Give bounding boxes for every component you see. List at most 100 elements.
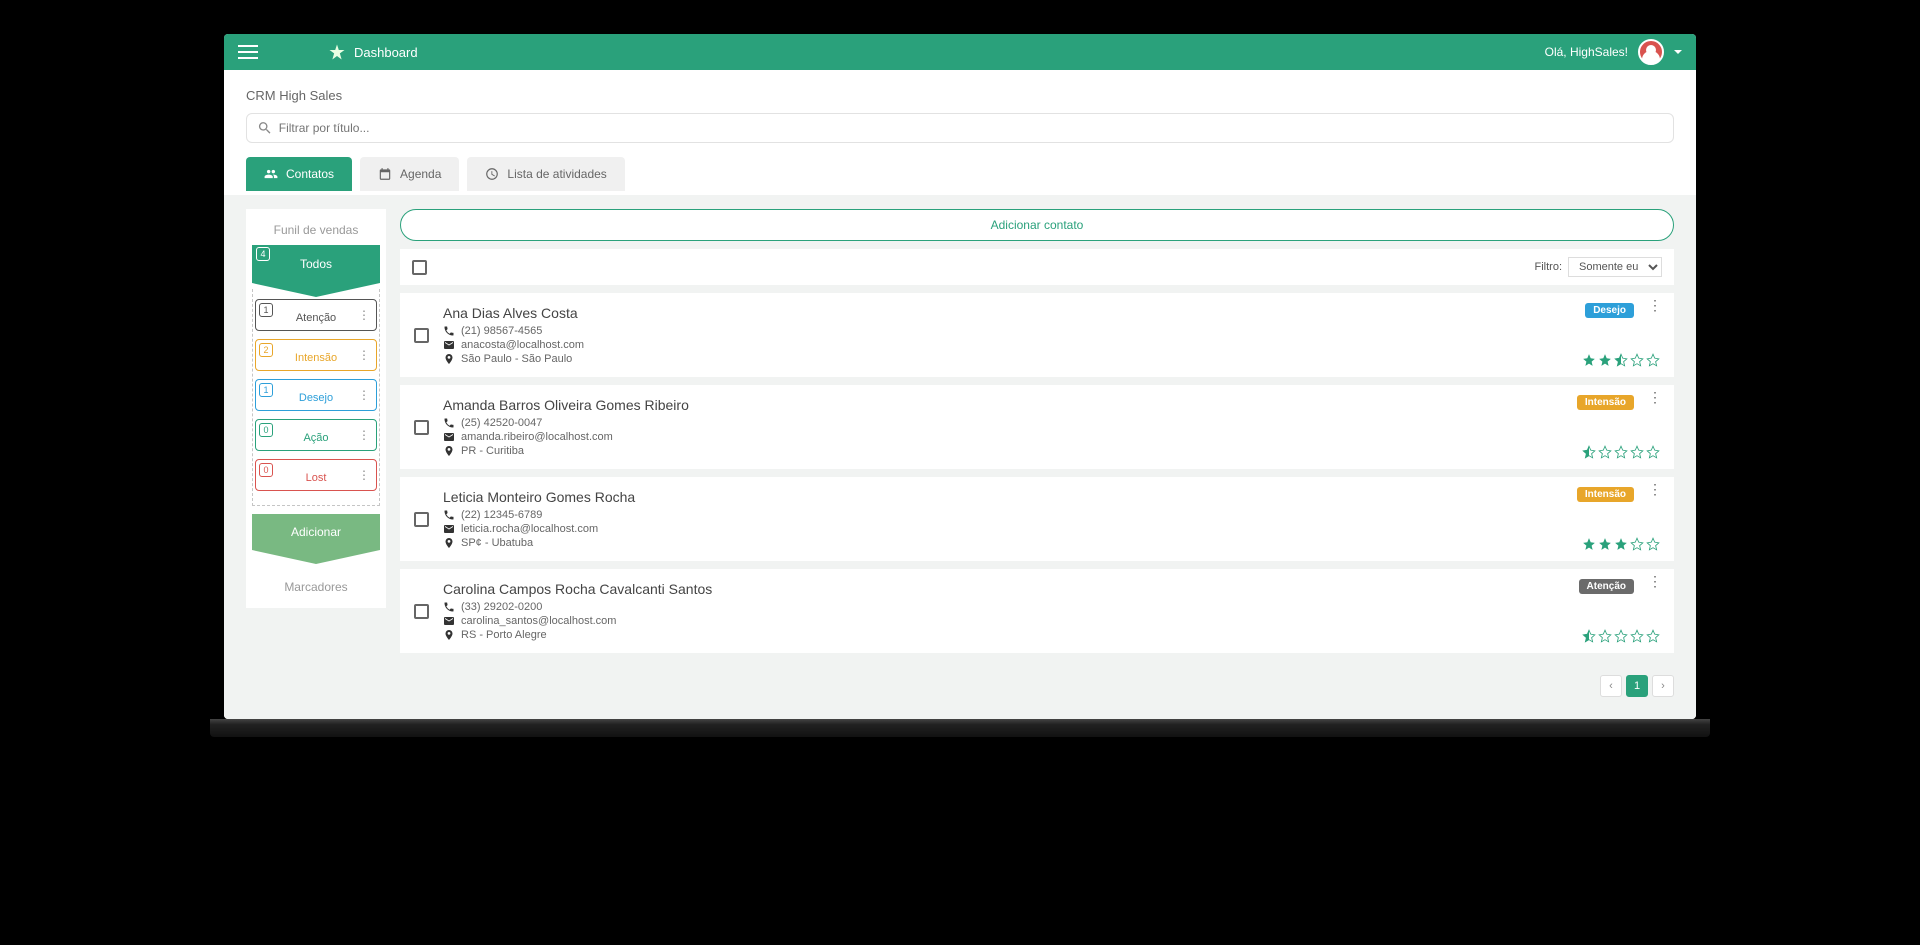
stage-menu-icon[interactable]: ⋮	[358, 313, 370, 317]
star-empty-icon	[1646, 445, 1660, 459]
add-contact-button[interactable]: Adicionar contato	[400, 209, 1674, 241]
select-all-checkbox[interactable]	[412, 260, 427, 275]
star-empty-icon	[1630, 445, 1644, 459]
stage-menu-icon[interactable]: ⋮	[358, 433, 370, 437]
contact-phone: (33) 29202-0200	[461, 601, 542, 613]
funnel-add-button[interactable]: Adicionar	[252, 514, 380, 550]
page-prev[interactable]: ‹	[1600, 675, 1622, 697]
header-brand[interactable]: Dashboard	[328, 43, 418, 61]
star-empty-icon	[1630, 353, 1644, 367]
phone-icon	[443, 325, 455, 337]
pagination: ‹ 1 ›	[400, 669, 1674, 703]
contact-name: Leticia Monteiro Gomes Rocha	[443, 489, 1660, 505]
pin-icon	[443, 629, 455, 641]
star-half-icon	[1582, 445, 1596, 459]
contact-tag: Intensão	[1577, 487, 1634, 502]
stage-label: Lost	[306, 472, 327, 484]
star-full-icon	[1614, 537, 1628, 551]
contact-menu-icon[interactable]: ⋮	[1648, 303, 1662, 307]
contact-name: Carolina Campos Rocha Cavalcanti Santos	[443, 581, 1660, 597]
contact-card[interactable]: Amanda Barros Oliveira Gomes Ribeiro (25…	[400, 385, 1674, 469]
funnel-stage[interactable]: 2 Intensão ⋮	[255, 339, 377, 371]
star-full-icon	[1598, 537, 1612, 551]
stage-menu-icon[interactable]: ⋮	[358, 353, 370, 357]
contact-email-row: carolina_santos@localhost.com	[443, 615, 1660, 627]
page-next[interactable]: ›	[1652, 675, 1674, 697]
pin-icon	[443, 445, 455, 457]
star-empty-icon	[1598, 445, 1612, 459]
star-full-icon	[1598, 353, 1612, 367]
contact-email-row: amanda.ribeiro@localhost.com	[443, 431, 1660, 443]
phone-icon	[443, 509, 455, 521]
contact-location: São Paulo - São Paulo	[461, 353, 572, 365]
funnel-stage[interactable]: 0 Ação ⋮	[255, 419, 377, 451]
star-half-icon	[1614, 353, 1628, 367]
stage-count: 0	[259, 463, 273, 477]
phone-icon	[443, 417, 455, 429]
contact-checkbox[interactable]	[414, 328, 429, 343]
contact-email: leticia.rocha@localhost.com	[461, 523, 598, 535]
contact-location-row: RS - Porto Alegre	[443, 629, 1660, 641]
contact-menu-icon[interactable]: ⋮	[1648, 487, 1662, 491]
star-empty-icon	[1646, 629, 1660, 643]
funnel-stage[interactable]: 1 Desejo ⋮	[255, 379, 377, 411]
funnel-stages: 1 Atenção ⋮ 2 Intensão ⋮ 1 Desejo ⋮ 0 Aç…	[252, 289, 380, 506]
contact-location: SP¢ - Ubatuba	[461, 537, 533, 549]
contact-phone-row: (25) 42520-0047	[443, 417, 1660, 429]
pin-icon	[443, 353, 455, 365]
filter-select[interactable]: Somente eu	[1568, 257, 1662, 277]
search-row	[246, 113, 1674, 143]
mail-icon	[443, 431, 455, 443]
contact-name: Amanda Barros Oliveira Gomes Ribeiro	[443, 397, 1660, 413]
star-empty-icon	[1646, 537, 1660, 551]
tab-label: Contatos	[286, 167, 334, 181]
funnel-title: Funil de vendas	[252, 223, 380, 237]
contact-menu-icon[interactable]: ⋮	[1648, 395, 1662, 399]
contacts-icon	[264, 167, 278, 181]
menu-icon[interactable]	[238, 42, 258, 62]
search-input[interactable]	[279, 121, 1663, 135]
contact-checkbox[interactable]	[414, 512, 429, 527]
stage-menu-icon[interactable]: ⋮	[358, 393, 370, 397]
funnel-all[interactable]: 4 Todos	[252, 245, 380, 283]
contact-card[interactable]: Carolina Campos Rocha Cavalcanti Santos …	[400, 569, 1674, 653]
contact-checkbox[interactable]	[414, 604, 429, 619]
tab-agenda[interactable]: Agenda	[360, 157, 459, 191]
funnel-stage[interactable]: 0 Lost ⋮	[255, 459, 377, 491]
star-full-icon	[1582, 353, 1596, 367]
contact-card[interactable]: Leticia Monteiro Gomes Rocha (22) 12345-…	[400, 477, 1674, 561]
star-empty-icon	[1614, 629, 1628, 643]
list-header: Filtro: Somente eu	[400, 249, 1674, 285]
star-empty-icon	[1630, 629, 1644, 643]
header-greeting: Olá, HighSales!	[1545, 45, 1628, 59]
tab-activities[interactable]: Lista de atividades	[467, 157, 624, 191]
filter-label: Filtro:	[1535, 261, 1563, 273]
contact-location-row: São Paulo - São Paulo	[443, 353, 1660, 365]
star-empty-icon	[1598, 629, 1612, 643]
funnel-stage[interactable]: 1 Atenção ⋮	[255, 299, 377, 331]
contact-phone-row: (33) 29202-0200	[443, 601, 1660, 613]
logo-icon	[328, 43, 346, 61]
page-current[interactable]: 1	[1626, 675, 1648, 697]
star-full-icon	[1582, 537, 1596, 551]
tab-label: Lista de atividades	[507, 167, 606, 181]
mail-icon	[443, 615, 455, 627]
contact-card[interactable]: Ana Dias Alves Costa (21) 98567-4565 ana…	[400, 293, 1674, 377]
contact-checkbox[interactable]	[414, 420, 429, 435]
contact-email-row: anacosta@localhost.com	[443, 339, 1660, 351]
contact-menu-icon[interactable]: ⋮	[1648, 579, 1662, 583]
header-user[interactable]: Olá, HighSales!	[1545, 39, 1682, 65]
stage-label: Desejo	[299, 392, 333, 404]
stage-menu-icon[interactable]: ⋮	[358, 473, 370, 477]
stage-label: Ação	[303, 432, 328, 444]
contact-email: amanda.ribeiro@localhost.com	[461, 431, 613, 443]
pin-icon	[443, 537, 455, 549]
stage-count: 1	[259, 383, 273, 397]
contact-rating	[1582, 445, 1660, 459]
avatar	[1638, 39, 1664, 65]
star-empty-icon	[1614, 445, 1628, 459]
sidebar-funnel: Funil de vendas 4 Todos 1 Atenção ⋮ 2 In…	[246, 209, 386, 608]
tab-contacts[interactable]: Contatos	[246, 157, 352, 191]
contact-email: carolina_santos@localhost.com	[461, 615, 616, 627]
contact-tag: Atenção	[1579, 579, 1634, 594]
